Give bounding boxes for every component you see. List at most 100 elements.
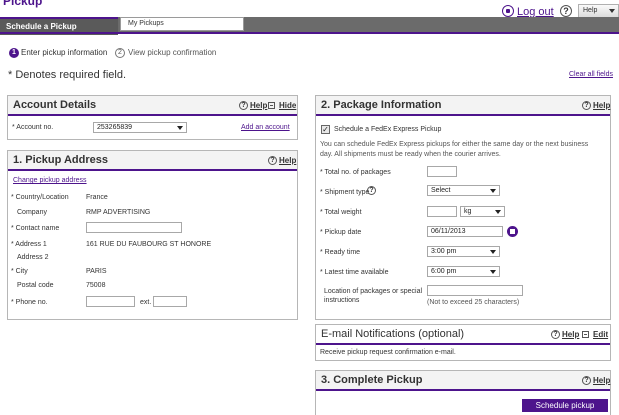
- total-packages-label: * Total no. of packages: [320, 169, 391, 176]
- pickup-address-header: 1. Pickup Address ? Help: [8, 151, 297, 171]
- pickup-info-line-1: You can schedule FedEx Express pickups f…: [320, 141, 589, 148]
- company-value: RMP ADVERTISING: [86, 209, 151, 216]
- account-details-panel: Account Details ? Help Hide * Account no…: [7, 95, 298, 140]
- complete-pickup-help-link[interactable]: Help: [593, 376, 610, 385]
- pickup-date-input[interactable]: 06/11/2013: [427, 226, 503, 237]
- chevron-down-icon: [495, 210, 501, 214]
- complete-pickup-panel: 3. Complete Pickup ? Help Schedule picku…: [315, 370, 611, 415]
- pickup-address-title: 1. Pickup Address: [13, 154, 108, 166]
- package-information-title: 2. Package Information: [321, 99, 442, 111]
- package-information-panel: 2. Package Information ? Help ✓ Schedule…: [315, 95, 611, 320]
- account-details-title: Account Details: [13, 99, 97, 111]
- country-label: * Country/Location: [11, 194, 69, 201]
- pickup-address-help-link[interactable]: Help: [279, 156, 296, 165]
- help-icon[interactable]: ?: [551, 330, 560, 339]
- help-dropdown[interactable]: Help: [578, 4, 619, 18]
- complete-pickup-header: 3. Complete Pickup ? Help: [316, 371, 610, 391]
- phone-label: * Phone no.: [11, 299, 48, 306]
- latest-time-value: 6:00 pm: [431, 268, 457, 275]
- calendar-icon[interactable]: [507, 226, 518, 237]
- address-1-value: 161 RUE DU FAUBOURG ST HONORE: [86, 241, 212, 248]
- shipment-type-value: Select: [431, 187, 451, 194]
- step-1-icon: 1: [9, 48, 19, 58]
- tab-underline: [0, 32, 619, 34]
- pickup-info-line-2: day. All shipments must be ready when th…: [320, 151, 501, 158]
- chevron-down-icon: [490, 270, 496, 274]
- chevron-down-icon: [609, 9, 615, 13]
- weight-unit-value: kg: [464, 208, 472, 215]
- city-value: PARIS: [86, 268, 107, 275]
- complete-pickup-title: 3. Complete Pickup: [321, 374, 423, 386]
- package-help-link[interactable]: Help: [593, 101, 610, 110]
- total-packages-input[interactable]: [427, 166, 457, 177]
- account-no-label: * Account no.: [12, 124, 54, 131]
- latest-time-label: * Latest time available: [320, 269, 389, 276]
- account-details-header: Account Details ? Help Hide: [8, 96, 297, 116]
- postal-code-label: Postal code: [17, 282, 54, 289]
- contact-name-input[interactable]: [86, 222, 182, 233]
- tab-my-pickups[interactable]: My Pickups: [120, 17, 244, 31]
- help-icon[interactable]: ?: [268, 156, 277, 165]
- email-notifications-title: E-mail Notifications (optional): [321, 328, 465, 340]
- location-label-line-1: Location of packages or special: [324, 288, 423, 295]
- email-notifications-panel: E-mail Notifications (optional) ? Help E…: [315, 324, 611, 361]
- total-weight-input[interactable]: [427, 206, 457, 217]
- shipment-type-select[interactable]: Select: [427, 185, 500, 196]
- pickup-date-label: * Pickup date: [320, 229, 362, 236]
- page-title: Pickup: [3, 0, 43, 8]
- location-instructions-input[interactable]: [427, 285, 523, 296]
- email-notifications-header: E-mail Notifications (optional) ? Help E…: [316, 325, 610, 345]
- pickup-address-panel: 1. Pickup Address ? Help Change pickup a…: [7, 150, 298, 320]
- email-help-link[interactable]: Help: [562, 330, 579, 339]
- ready-time-value: 3:00 pm: [431, 248, 457, 255]
- schedule-pickup-button[interactable]: Schedule pickup: [522, 399, 608, 412]
- latest-time-select[interactable]: 6:00 pm: [427, 266, 500, 277]
- change-pickup-address-link[interactable]: Change pickup address: [13, 177, 87, 184]
- company-label: Company: [17, 209, 47, 216]
- account-help-link[interactable]: Help: [250, 101, 267, 110]
- help-icon[interactable]: ?: [582, 101, 591, 110]
- location-note: (Not to exceed 25 characters): [427, 299, 520, 306]
- location-label-line-2: instructions: [324, 297, 360, 304]
- address-2-label: Address 2: [17, 254, 49, 261]
- ready-time-label: * Ready time: [320, 249, 361, 256]
- step-1-label: Enter pickup information: [21, 48, 108, 57]
- ready-time-select[interactable]: 3:00 pm: [427, 246, 500, 257]
- help-icon[interactable]: ?: [560, 5, 572, 17]
- chevron-down-icon: [177, 126, 183, 130]
- ext-label: ext.: [140, 299, 152, 306]
- add-account-link[interactable]: Add an account: [241, 124, 290, 131]
- step-2-icon: 2: [115, 48, 125, 58]
- lock-icon[interactable]: [502, 5, 514, 17]
- city-label: * City: [11, 268, 28, 275]
- weight-unit-select[interactable]: kg: [460, 206, 505, 217]
- chevron-down-icon: [490, 189, 496, 193]
- collapse-icon[interactable]: [268, 102, 275, 109]
- country-value: France: [86, 194, 108, 201]
- contact-name-label: * Contact name: [11, 225, 60, 232]
- step-2-label: View pickup confirmation: [128, 48, 217, 57]
- account-no-select[interactable]: 253265839: [93, 122, 187, 133]
- help-dropdown-label: Help: [583, 7, 598, 14]
- express-pickup-checkbox[interactable]: ✓: [321, 125, 330, 134]
- email-edit-link[interactable]: Edit: [593, 330, 608, 339]
- clear-all-fields-link[interactable]: Clear all fields: [569, 71, 613, 78]
- phone-input[interactable]: [86, 296, 135, 307]
- required-note: * Denotes required field.: [8, 69, 127, 81]
- address-1-label: * Address 1: [11, 241, 47, 248]
- total-weight-label: * Total weight: [320, 209, 362, 216]
- postal-code-value: 75008: [86, 282, 106, 289]
- calendar-icon-face: [510, 229, 515, 234]
- edit-icon[interactable]: [582, 331, 589, 338]
- express-pickup-label: Schedule a FedEx Express Pickup: [334, 126, 442, 133]
- chevron-down-icon: [490, 250, 496, 254]
- package-information-header: 2. Package Information ? Help: [316, 96, 610, 116]
- account-hide-link[interactable]: Hide: [279, 101, 296, 110]
- account-no-value: 253265839: [97, 124, 133, 131]
- email-notifications-body: Receive pickup request confirmation e-ma…: [320, 349, 456, 356]
- shipment-type-label: * Shipment type: [320, 189, 370, 196]
- help-icon[interactable]: ?: [582, 376, 591, 385]
- phone-ext-input[interactable]: [153, 296, 187, 307]
- help-icon[interactable]: ?: [367, 186, 376, 195]
- help-icon[interactable]: ?: [239, 101, 248, 110]
